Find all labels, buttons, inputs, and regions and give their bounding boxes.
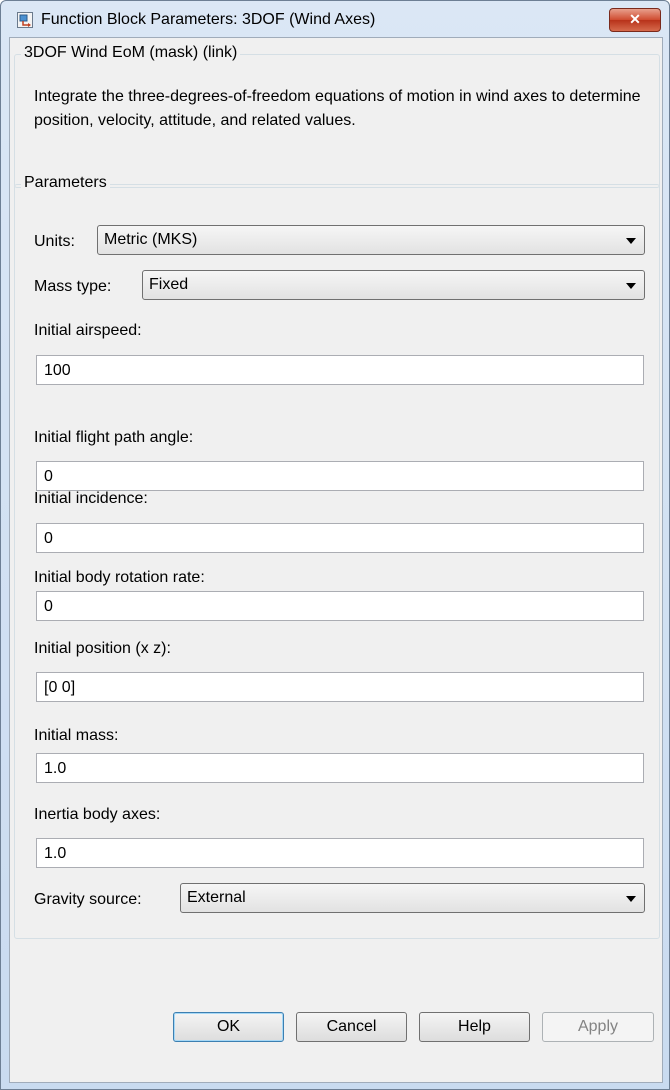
help-button[interactable]: Help	[419, 1012, 530, 1042]
initial-mass-input[interactable]: 1.0	[36, 753, 644, 783]
initial-airspeed-label: Initial airspeed:	[34, 322, 142, 339]
title-bar[interactable]: Function Block Parameters: 3DOF (Wind Ax…	[1, 1, 669, 37]
mass-type-label: Mass type:	[34, 278, 112, 295]
units-label: Units:	[34, 233, 75, 250]
parameters-group-label: Parameters	[21, 174, 110, 192]
mask-description-group: 3DOF Wind EoM (mask) (link) Integrate th…	[14, 44, 660, 188]
initial-flight-path-angle-value: 0	[44, 468, 53, 485]
simulink-block-icon	[17, 12, 33, 28]
initial-position-input[interactable]: [0 0]	[36, 672, 644, 702]
initial-airspeed-value: 100	[44, 362, 71, 379]
cancel-button[interactable]: Cancel	[296, 1012, 407, 1042]
initial-mass-value: 1.0	[44, 760, 67, 777]
initial-mass-label: Initial mass:	[34, 727, 119, 744]
initial-incidence-value: 0	[44, 530, 53, 547]
initial-body-rotation-rate-label: Initial body rotation rate:	[34, 569, 205, 586]
inertia-body-axes-value: 1.0	[44, 845, 67, 862]
mass-type-value: Fixed	[149, 276, 189, 293]
close-button[interactable]: ✕	[609, 8, 661, 32]
apply-button[interactable]: Apply	[542, 1012, 654, 1042]
chevron-down-icon	[626, 896, 636, 902]
inertia-body-axes-input[interactable]: 1.0	[36, 838, 644, 868]
mask-description: Integrate the three-degrees-of-freedom e…	[34, 88, 641, 129]
dialog-client-area: 3DOF Wind EoM (mask) (link) Integrate th…	[9, 37, 663, 1083]
chevron-down-icon	[626, 283, 636, 289]
gravity-source-label: Gravity source:	[34, 891, 142, 908]
initial-flight-path-angle-label: Initial flight path angle:	[34, 429, 194, 446]
mass-type-dropdown[interactable]: Fixed	[142, 270, 645, 300]
units-dropdown[interactable]: Metric (MKS)	[97, 225, 645, 255]
ok-button[interactable]: OK	[173, 1012, 284, 1042]
mask-group-label: 3DOF Wind EoM (mask) (link)	[21, 44, 241, 62]
initial-position-label: Initial position (x z):	[34, 640, 171, 657]
initial-incidence-input[interactable]: 0	[36, 523, 644, 553]
initial-body-rotation-rate-input[interactable]: 0	[36, 591, 644, 621]
chevron-down-icon	[626, 238, 636, 244]
initial-position-value: [0 0]	[44, 679, 76, 696]
parameters-group: Parameters Units: Metric (MKS) Mass type…	[14, 174, 660, 939]
inertia-body-axes-label: Inertia body axes:	[34, 806, 161, 823]
initial-body-rotation-rate-value: 0	[44, 598, 53, 615]
window-title: Function Block Parameters: 3DOF (Wind Ax…	[41, 11, 376, 28]
initial-airspeed-input[interactable]: 100	[36, 355, 644, 385]
units-value: Metric (MKS)	[104, 231, 198, 248]
gravity-source-value: External	[187, 889, 246, 906]
initial-incidence-label: Initial incidence:	[34, 490, 148, 507]
gravity-source-dropdown[interactable]: External	[180, 883, 645, 913]
initial-flight-path-angle-input[interactable]: 0	[36, 461, 644, 491]
dialog-window: Function Block Parameters: 3DOF (Wind Ax…	[0, 0, 670, 1090]
